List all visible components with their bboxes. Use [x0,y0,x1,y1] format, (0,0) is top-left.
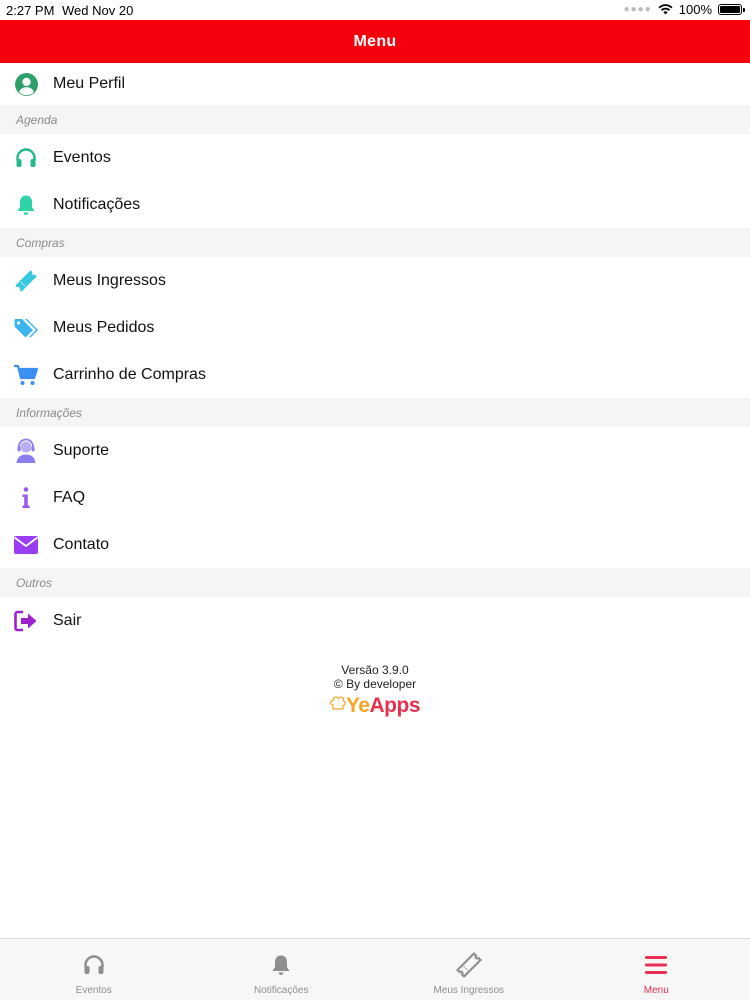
battery-icon [718,4,745,15]
yeapps-logo: YeApps [330,695,421,716]
bell-icon [267,951,295,979]
tab-label: Menu [643,985,669,996]
tab-label: Meus Ingressos [433,985,505,996]
menu-item-label: Meus Pedidos [53,318,155,336]
sign-out-icon [13,608,39,634]
menu-item-label: Meus Ingressos [53,271,166,289]
section-header-outros: Outros [0,568,750,597]
envelope-icon [13,532,39,558]
menu-item-profile[interactable]: Meu Perfil [0,63,750,105]
tab-meus-ingressos[interactable]: Meus Ingressos [375,939,563,1000]
section-header-agenda: Agenda [0,105,750,134]
menu-item-label: Sair [53,611,82,629]
support-agent-icon [13,438,39,464]
tab-eventos[interactable]: Eventos [0,939,188,1000]
nav-header: Menu [0,20,750,63]
ticket-icon [13,268,39,294]
hamburger-menu-icon [642,951,670,979]
logo-apps-text: Apps [369,694,421,717]
user-circle-icon [13,71,39,97]
tab-menu[interactable]: Menu [563,939,750,1000]
menu-item-meus-pedidos[interactable]: Meus Pedidos [0,304,750,351]
cart-icon [13,362,39,388]
tags-icon [13,315,39,341]
app-screen: 2:27 PM Wed Nov 20 ●●●● 100% Menu Meu Pe… [0,0,750,1000]
menu-item-label: FAQ [53,488,86,506]
menu-item-suporte[interactable]: Suporte [0,427,750,474]
tab-notificacoes[interactable]: Notificações [188,939,376,1000]
logo-ye-text: Ye [345,694,370,717]
menu-item-label: Contato [53,535,110,553]
version-text: Versão 3.9.0 [341,663,409,677]
wifi-icon [658,4,673,15]
battery-percent: 100% [678,2,712,17]
tab-bar: Eventos Notificações Meus Ingressos Menu [0,938,750,1000]
status-date: Wed Nov 20 [62,3,134,18]
section-header-compras: Compras [0,228,750,257]
menu-item-label: Notificações [53,195,141,213]
ticket-icon [455,951,483,979]
chef-hat-icon [330,696,346,710]
menu-item-carrinho[interactable]: Carrinho de Compras [0,351,750,398]
menu-item-label: Eventos [53,148,111,166]
menu-item-eventos[interactable]: Eventos [0,134,750,181]
info-icon [13,485,39,511]
headphones-icon [13,145,39,171]
status-right: ●●●● 100% [623,2,745,17]
page-title: Menu [353,32,397,50]
menu-item-contato[interactable]: Contato [0,521,750,568]
menu-item-sair[interactable]: Sair [0,597,750,644]
menu-item-label: Suporte [53,441,110,459]
status-time: 2:27 PM [6,3,55,18]
credit-text: © By developer [333,677,417,691]
headphones-icon [80,951,108,979]
bell-icon [13,192,39,218]
section-header-informacoes: Informações [0,398,750,427]
menu-item-label: Carrinho de Compras [53,365,206,383]
menu-item-notificacoes[interactable]: Notificações [0,181,750,228]
about-block: Versão 3.9.0 © By developer YeApps [0,663,750,716]
tab-label: Notificações [254,985,309,996]
menu-item-faq[interactable]: FAQ [0,474,750,521]
cellular-dots-icon: ●●●● [623,4,652,15]
status-bar: 2:27 PM Wed Nov 20 ●●●● 100% [0,0,750,20]
menu-item-meus-ingressos[interactable]: Meus Ingressos [0,257,750,304]
menu-list: Meu Perfil Agenda Eventos Notificações C… [0,63,750,644]
menu-item-label: Meu Perfil [53,75,126,92]
tab-label: Eventos [75,985,112,996]
